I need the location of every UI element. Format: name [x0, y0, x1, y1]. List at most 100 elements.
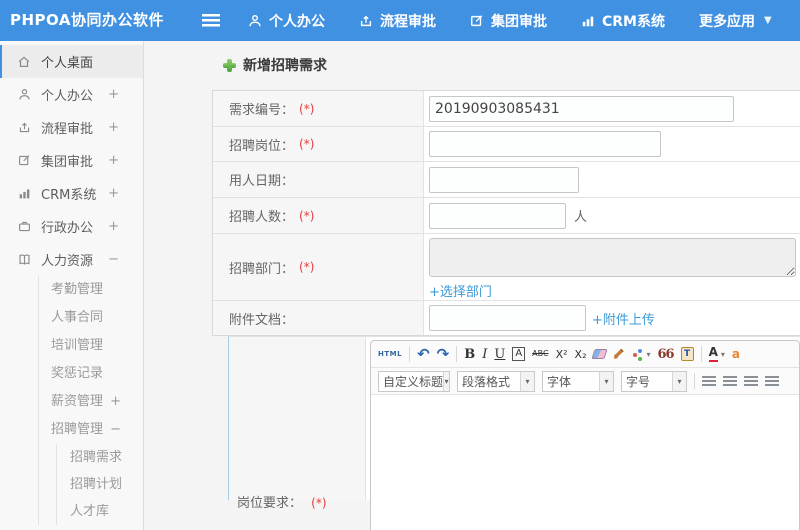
expand-icon[interactable]: +: [108, 78, 119, 111]
custom-heading-select[interactable]: 自定义标题 ▾: [378, 370, 450, 392]
hire-date-input[interactable]: [429, 166, 579, 193]
form-row-position: 招聘岗位： (*): [213, 127, 800, 162]
sidebar-item-reward-punishment[interactable]: 奖惩记录: [39, 360, 143, 388]
sidebar-item-talent-pool[interactable]: 人才库: [57, 498, 143, 525]
required-marker: (*): [299, 137, 315, 151]
form-row-department: 招聘部门： (*) +选择部门: [213, 234, 800, 301]
align-right-icon[interactable]: [744, 375, 758, 387]
nav-crm-system[interactable]: CRM系统: [581, 11, 665, 31]
demand-number-input[interactable]: [429, 95, 734, 122]
caret-down-icon: ▼: [764, 15, 772, 26]
hamburger-menu-icon[interactable]: [202, 14, 220, 27]
bold-button[interactable]: B: [464, 348, 475, 361]
toolbar-separator: [409, 346, 411, 362]
toolbar-separator: [700, 346, 702, 362]
sidebar-item-crm-system[interactable]: CRM系统 +: [0, 177, 143, 210]
sidebar-item-admin-office[interactable]: 行政办公 +: [0, 210, 143, 243]
top-navigation: 个人办公 流程审批 集团审批 CRM系统 更多应用 ▼: [248, 0, 772, 41]
app-screen: PHPOA协同办公软件 个人办公 流程审批 集团审批 CRM系统 更多应用 ▼ …: [0, 0, 800, 530]
attachment-upload-link[interactable]: +附件上传: [592, 309, 655, 328]
bar-chart-icon: [16, 187, 32, 200]
collapse-icon[interactable]: −: [110, 416, 121, 444]
briefcase-icon: [16, 220, 32, 233]
user-icon: [16, 88, 32, 101]
sidebar-item-salary[interactable]: 薪资管理 +: [39, 388, 143, 416]
field-label: 招聘岗位： (*): [213, 127, 424, 161]
nav-workflow-approval[interactable]: 流程审批: [359, 11, 436, 31]
expand-icon[interactable]: +: [110, 388, 121, 416]
sidebar: 个人桌面 个人办公 + 流程审批 + 集团审批 + CRM系统 + 行政办公 +…: [0, 41, 144, 530]
rich-text-editor: HTML ↶ ↷ B I U A ABC X² X₂ ▾ 66 T A ▾ a …: [370, 340, 800, 530]
edit-icon: [470, 14, 484, 28]
editor-cell: HTML ↶ ↷ B I U A ABC X² X₂ ▾ 66 T A ▾ a …: [366, 337, 800, 530]
field-label: 招聘部门： (*): [213, 234, 424, 300]
font-box-button[interactable]: A: [512, 347, 526, 361]
collapse-icon[interactable]: −: [108, 243, 119, 276]
color-palette-icon[interactable]: ▾: [633, 349, 651, 359]
form-row-job-requirements: 岗位要求： (*) HTML ↶ ↷ B I U A ABC X² X₂ ▾ 6…: [228, 336, 800, 530]
align-justify-icon[interactable]: [765, 375, 779, 387]
caret-down-icon: ▾: [599, 371, 613, 391]
blockquote-button[interactable]: 66: [658, 348, 675, 361]
sidebar-item-personal-desktop[interactable]: 个人桌面: [0, 45, 143, 78]
nav-personal-office[interactable]: 个人办公: [248, 11, 325, 31]
caret-down-icon: ▾: [720, 349, 725, 359]
sidebar-item-recruit-management[interactable]: 招聘管理 −: [39, 416, 143, 444]
sidebar-item-attendance[interactable]: 考勤管理: [39, 276, 143, 304]
align-center-icon[interactable]: [723, 375, 737, 387]
html-source-button[interactable]: HTML: [378, 350, 402, 358]
font-size-select[interactable]: 字号 ▾: [621, 370, 687, 392]
sidebar-item-recruit-plan[interactable]: 招聘计划: [57, 471, 143, 498]
sidebar-item-human-resources[interactable]: 人力资源 −: [0, 243, 143, 276]
sidebar-item-personal-office[interactable]: 个人办公 +: [0, 78, 143, 111]
required-marker: (*): [299, 260, 315, 274]
expand-icon[interactable]: +: [108, 111, 119, 144]
format-brush-icon[interactable]: [613, 345, 626, 364]
expand-icon[interactable]: +: [108, 144, 119, 177]
sidebar-item-group-approval[interactable]: 集团审批 +: [0, 144, 143, 177]
sidebar-item-workflow-approval[interactable]: 流程审批 +: [0, 111, 143, 144]
attachment-input[interactable]: [429, 305, 586, 331]
bar-chart-icon: [581, 14, 595, 28]
expand-icon[interactable]: +: [108, 177, 119, 210]
bg-color-icon[interactable]: a: [732, 348, 740, 360]
page-title: 新增招聘需求: [223, 55, 800, 75]
redo-icon[interactable]: ↷: [437, 346, 450, 362]
undo-icon[interactable]: ↶: [417, 346, 430, 362]
nav-group-approval[interactable]: 集团审批: [470, 11, 547, 31]
select-department-link[interactable]: +选择部门: [429, 281, 492, 300]
expand-icon[interactable]: +: [108, 210, 119, 243]
form-table: 需求编号： (*) 招聘岗位： (*): [212, 90, 800, 336]
underline-button[interactable]: U: [494, 348, 505, 361]
sidebar-item-personnel-contract[interactable]: 人事合同: [39, 304, 143, 332]
paste-icon[interactable]: T: [680, 347, 694, 361]
strikethrough-button[interactable]: ABC: [532, 350, 548, 358]
editor-toolbar-row1: HTML ↶ ↷ B I U A ABC X² X₂ ▾ 66 T A ▾ a: [371, 341, 799, 368]
sidebar-item-recruit-demand[interactable]: 招聘需求: [57, 444, 143, 471]
sidebar-item-training[interactable]: 培训管理: [39, 332, 143, 360]
workflow-icon: [16, 121, 32, 134]
recruit-submenu: 招聘需求 招聘计划 人才库: [56, 444, 143, 525]
workflow-icon: [359, 14, 373, 28]
font-color-icon[interactable]: A ▾: [708, 346, 725, 362]
field-label: 附件文档：: [213, 301, 424, 335]
font-family-select[interactable]: 字体 ▾: [542, 370, 614, 392]
eraser-icon[interactable]: [591, 349, 609, 359]
subscript-button[interactable]: X₂: [575, 349, 587, 360]
required-marker: (*): [311, 496, 327, 510]
align-left-icon[interactable]: [702, 375, 716, 387]
field-label: 招聘人数： (*): [213, 198, 424, 233]
caret-down-icon: ▾: [443, 371, 449, 391]
form-row-hire-date: 用人日期：: [213, 162, 800, 198]
unit-suffix: 人: [574, 210, 588, 225]
form-row-attachment: 附件文档： +附件上传: [213, 301, 800, 335]
editor-content-area[interactable]: [371, 395, 799, 530]
paragraph-format-select[interactable]: 段落格式 ▾: [457, 370, 535, 392]
position-input[interactable]: [429, 131, 661, 157]
department-textarea[interactable]: [429, 238, 796, 277]
italic-button[interactable]: I: [482, 348, 487, 361]
nav-more-apps[interactable]: 更多应用 ▼: [699, 11, 772, 31]
headcount-input[interactable]: [429, 202, 566, 229]
caret-down-icon: ▾: [520, 371, 534, 391]
superscript-button[interactable]: X²: [556, 349, 568, 360]
